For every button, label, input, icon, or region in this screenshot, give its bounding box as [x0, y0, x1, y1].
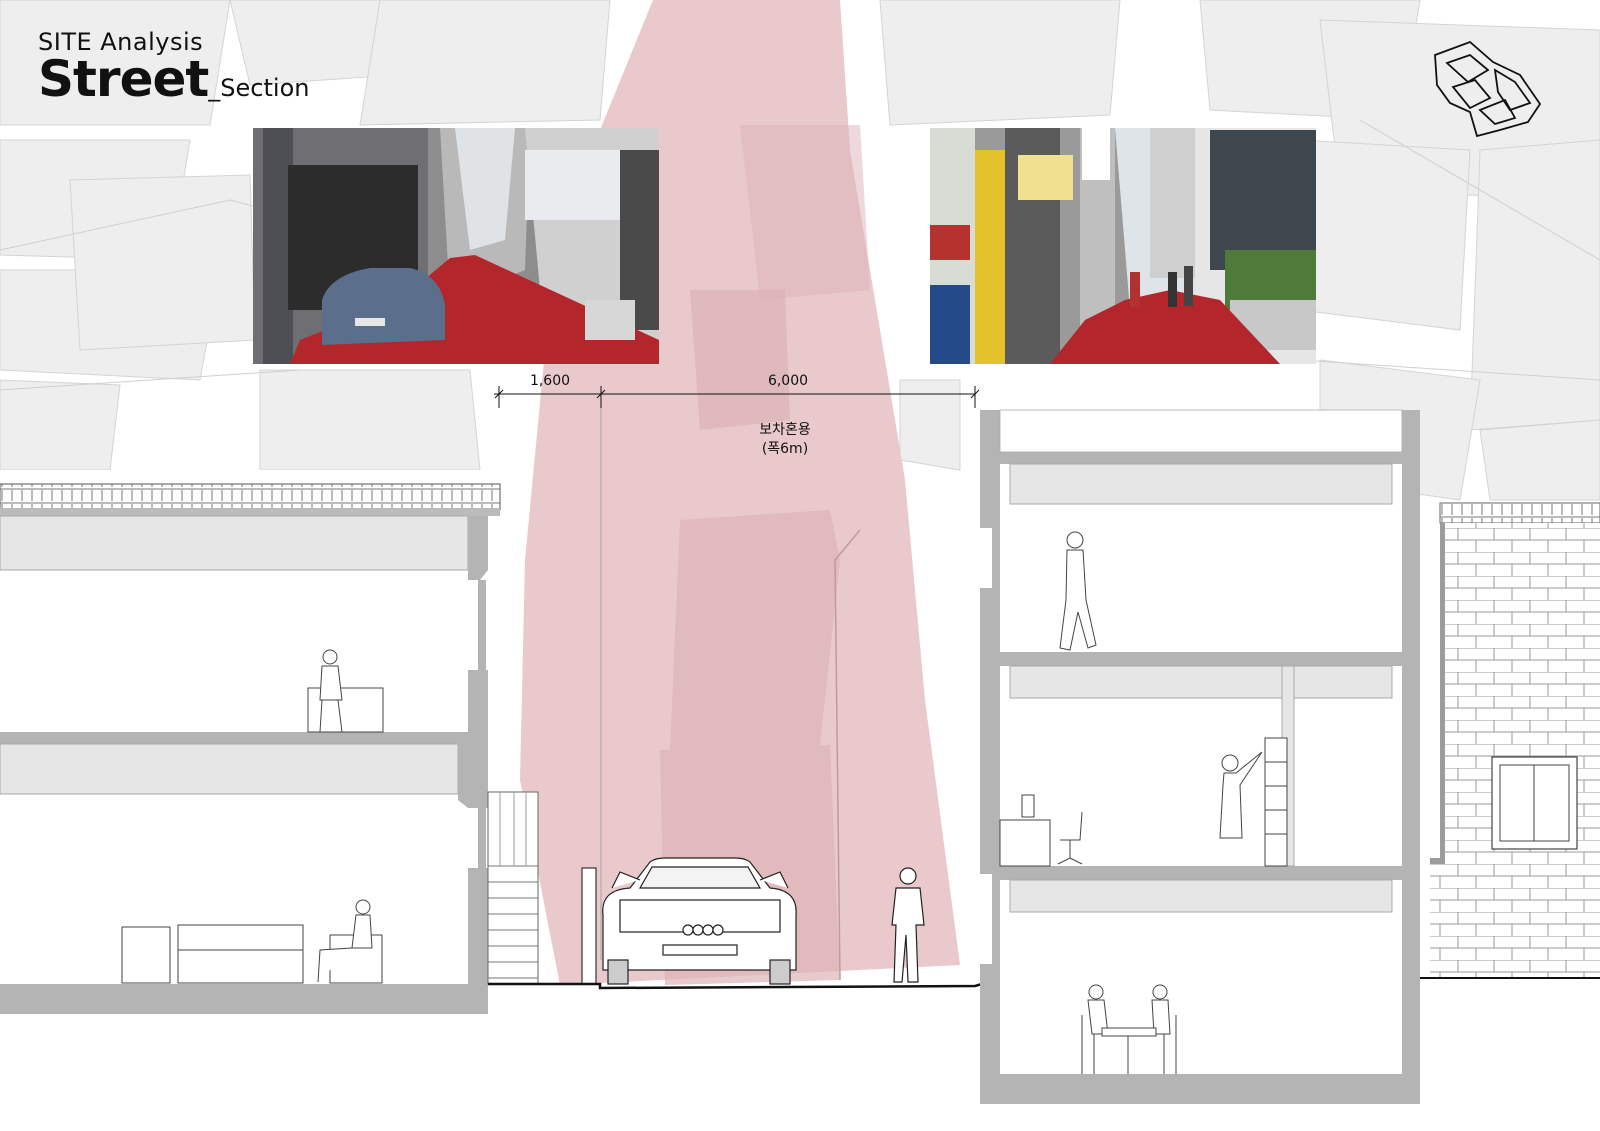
title-suffix: _Section [208, 74, 310, 102]
dimension-label-street: 6,000 [767, 373, 809, 389]
street-type-label: 보차혼용 [759, 422, 811, 438]
street-photo-left [253, 128, 659, 364]
street-section-sheet: SITE Analysis Street_Section 1,600 6,000… [0, 0, 1600, 1131]
sheet-title: SITE Analysis Street_Section [38, 30, 309, 104]
dimension-label-sidewalk: 1,600 [529, 373, 571, 389]
street-width-label: (폭6m) [761, 441, 809, 457]
street-photo-right [930, 128, 1316, 364]
brick-house [1420, 502, 1600, 979]
car-elevation [602, 857, 797, 985]
right-building-section [980, 409, 1420, 1104]
title-main: Street [38, 50, 209, 108]
section-drawing [0, 0, 1600, 1104]
ground-line [488, 982, 983, 990]
street-type-note: 보차혼용 (폭6m) [759, 421, 811, 459]
